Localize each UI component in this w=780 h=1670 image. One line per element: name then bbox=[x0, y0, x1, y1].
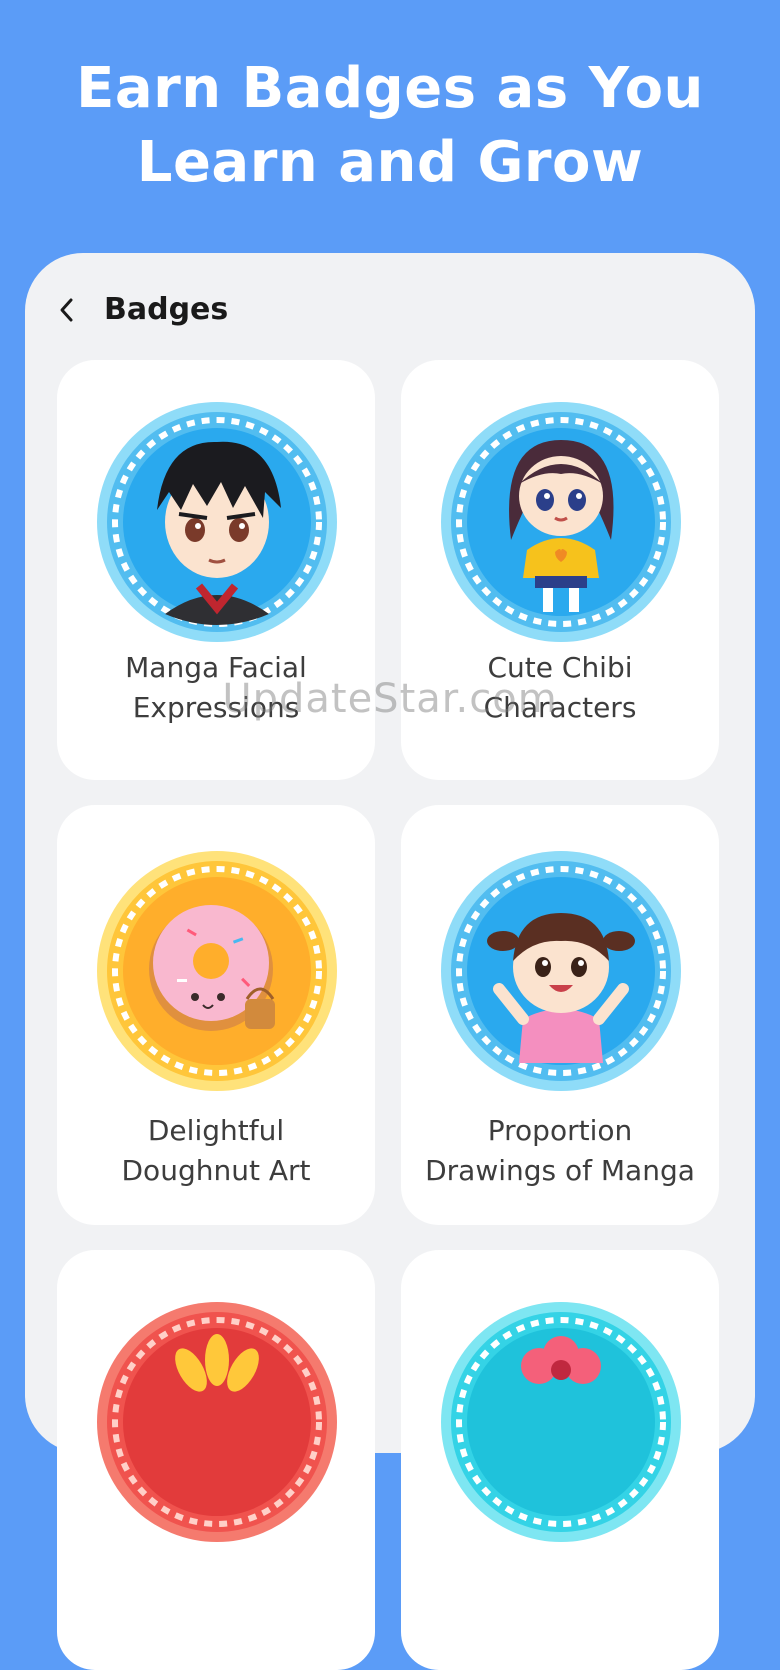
badge-title-line1: Cute Chibi bbox=[487, 651, 633, 684]
badge-title: Manga Facial Expressions bbox=[57, 648, 375, 728]
page-title: Badges bbox=[104, 292, 229, 327]
badge-medal bbox=[95, 400, 339, 644]
back-button[interactable] bbox=[56, 296, 78, 324]
badge-title-line1: Manga Facial bbox=[125, 651, 307, 684]
badge-card-manga-facial-expressions[interactable]: Manga Facial Expressions bbox=[57, 360, 375, 780]
top-bar: Badges bbox=[0, 280, 780, 340]
doughnut-badge-icon bbox=[97, 851, 337, 1091]
badge-title-line2: Drawings of Manga bbox=[425, 1154, 695, 1187]
badge-card-proportion-drawings-of-manga[interactable]: Proportion Drawings of Manga bbox=[401, 805, 719, 1225]
badge-medal bbox=[95, 849, 339, 1093]
badge-card-pink-flower[interactable] bbox=[401, 1250, 719, 1670]
promo-heading-line2: Learn and Grow bbox=[136, 130, 644, 195]
cheering-girl-badge-icon bbox=[441, 851, 681, 1091]
badge-title-line2: Expressions bbox=[132, 691, 300, 724]
flower-badge-icon bbox=[97, 1302, 337, 1542]
badge-title-line2: Characters bbox=[483, 691, 637, 724]
badge-title: Delightful Doughnut Art bbox=[57, 1111, 375, 1191]
chibi-girl-badge-icon bbox=[441, 402, 681, 642]
promo-heading-line1: Earn Badges as You bbox=[76, 56, 704, 121]
badge-title-line1: Delightful bbox=[147, 1114, 285, 1147]
badge-card-flower[interactable] bbox=[57, 1250, 375, 1670]
pink-flower-badge-icon bbox=[441, 1302, 681, 1542]
badge-title: Proportion Drawings of Manga bbox=[401, 1111, 719, 1191]
badge-card-cute-chibi-characters[interactable]: Cute Chibi Characters bbox=[401, 360, 719, 780]
badge-title-line1: Proportion bbox=[487, 1114, 633, 1147]
chevron-left-icon bbox=[60, 298, 73, 322]
badge-card-delightful-doughnut-art[interactable]: Delightful Doughnut Art bbox=[57, 805, 375, 1225]
badge-medal bbox=[439, 1300, 683, 1544]
manga-boy-badge-icon bbox=[97, 402, 337, 642]
promo-heading: Earn Badges as You Learn and Grow bbox=[0, 52, 780, 200]
badge-medal bbox=[439, 849, 683, 1093]
badge-title-line2: Doughnut Art bbox=[121, 1154, 311, 1187]
badge-medal bbox=[95, 1300, 339, 1544]
badge-title: Cute Chibi Characters bbox=[401, 648, 719, 728]
badge-medal bbox=[439, 400, 683, 644]
